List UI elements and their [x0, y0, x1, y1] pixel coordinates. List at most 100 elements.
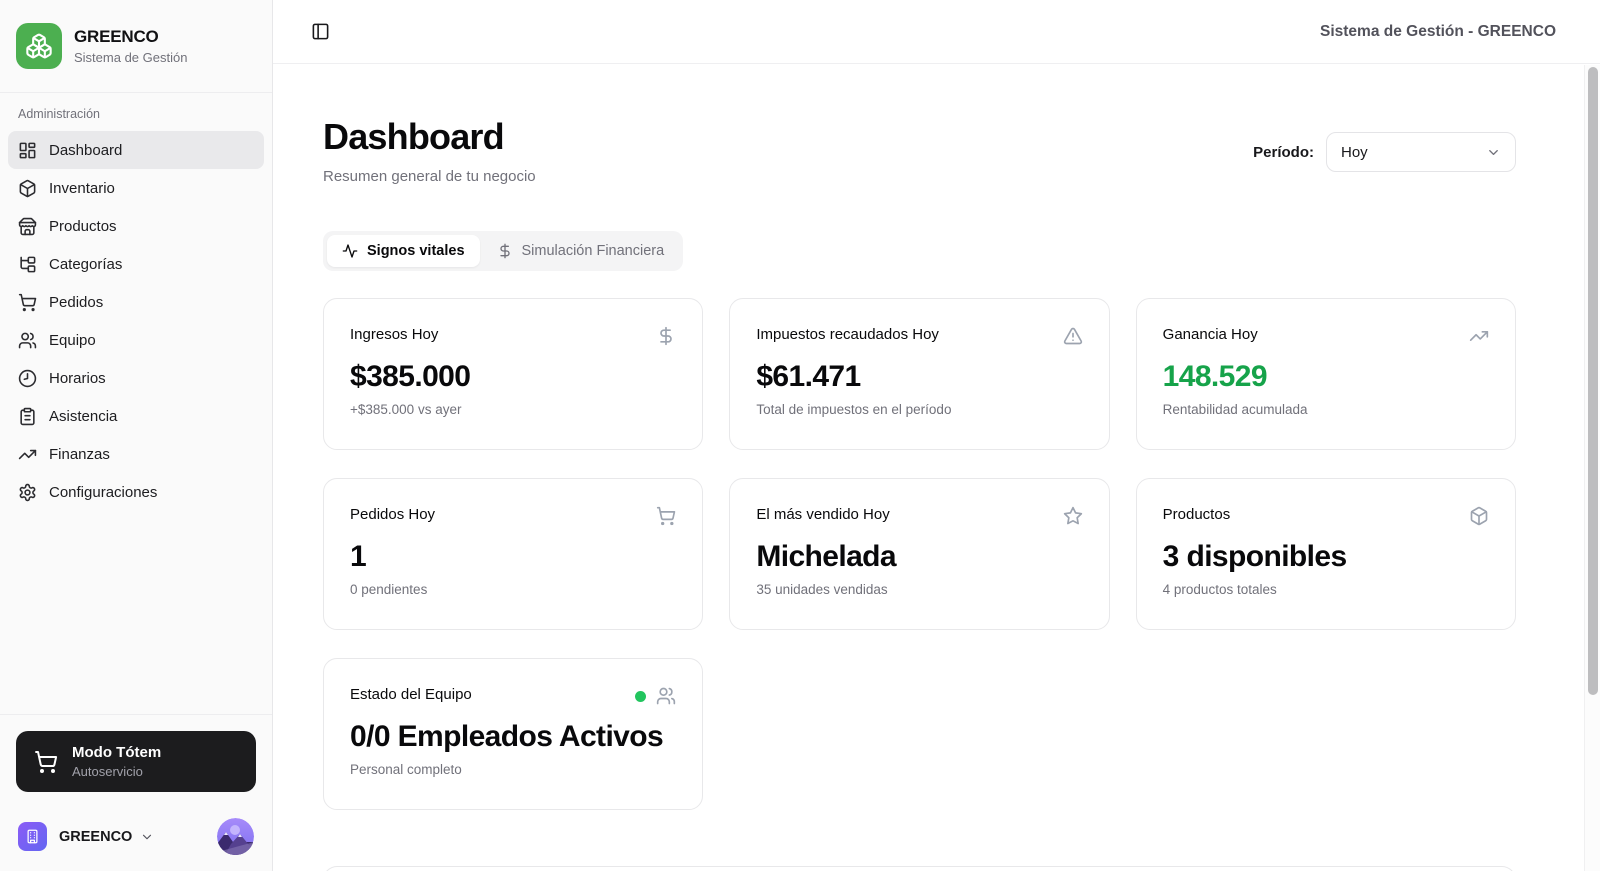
store-icon: [18, 217, 37, 236]
card-subtitle: Personal completo: [350, 762, 462, 777]
card-value: 1: [350, 540, 367, 573]
totem-title: Modo Tótem: [72, 744, 162, 761]
topbar: Sistema de Gestión - GREENCO: [273, 0, 1600, 64]
star-icon: [1063, 506, 1083, 526]
scrollbar-track[interactable]: [1584, 65, 1600, 871]
card-value: 3 disponibles: [1162, 540, 1348, 573]
brand-logo: [16, 23, 62, 69]
brand: GREENCO Sistema de Gestión: [0, 0, 272, 93]
period-select[interactable]: Hoy: [1326, 132, 1516, 172]
shopping-cart-icon: [18, 293, 37, 312]
sidebar-item-label: Configuraciones: [49, 483, 158, 501]
sidebar-item-categorias[interactable]: Categorías: [8, 245, 264, 283]
dollar-icon: [656, 326, 676, 346]
tab-signos-vitales[interactable]: Signos vitales: [327, 235, 480, 267]
sidebar-item-label: Pedidos: [49, 293, 104, 311]
trending-up-icon: [18, 445, 37, 464]
sidebar-item-label: Finanzas: [49, 445, 110, 463]
card-value: $385.000: [350, 360, 471, 393]
status-dot: [635, 690, 647, 702]
brand-name: GREENCO: [74, 27, 159, 46]
card-subtitle: Rentabilidad acumulada: [1162, 402, 1308, 417]
workspace-badge[interactable]: [18, 822, 47, 851]
dashboard-icon: [18, 141, 37, 160]
totem-mode-button[interactable]: Modo Tótem Autoservicio: [16, 731, 256, 792]
period-selector: Período: Hoy: [1253, 132, 1516, 172]
sidebar-item-dashboard[interactable]: Dashboard: [8, 131, 264, 169]
card-title: Impuestos recaudados Hoy: [756, 326, 939, 343]
sidebar-item-label: Inventario: [49, 179, 115, 197]
workspace-row: GREENCO: [16, 818, 256, 855]
category-tree-icon: [18, 255, 37, 274]
clock-icon: [18, 369, 37, 388]
card-subtitle: 0 pendientes: [350, 582, 428, 597]
sidebar-nav: Administración Dashboard Inventario Prod…: [0, 93, 272, 714]
sidebar: GREENCO Sistema de Gestión Administració…: [0, 0, 273, 871]
period-value: Hoy: [1341, 143, 1368, 161]
sidebar-item-finanzas[interactable]: Finanzas: [8, 435, 264, 473]
card-subtitle: 4 productos totales: [1162, 582, 1277, 597]
boxes-icon: [25, 32, 53, 60]
card-title: Ganancia Hoy: [1162, 326, 1258, 343]
sidebar-item-label: Productos: [49, 217, 117, 235]
card-impuestos: Impuestos recaudados Hoy $61.471 Total d…: [729, 298, 1110, 450]
sidebar-toggle-button[interactable]: [307, 18, 334, 45]
avatar[interactable]: [217, 818, 254, 855]
brand-text: GREENCO Sistema de Gestión: [74, 27, 187, 65]
workspace-name[interactable]: GREENCO: [59, 829, 132, 845]
card-value: 148.529: [1162, 360, 1268, 393]
card-subtitle: +$385.000 vs ayer: [350, 402, 462, 417]
stat-cards-grid: Ingresos Hoy $385.000 +$385.000 vs ayer …: [323, 298, 1516, 810]
card-productos: Productos 3 disponibles 4 productos tota…: [1135, 478, 1516, 630]
users-icon: [656, 686, 676, 706]
card-pedidos: Pedidos Hoy 1 0 pendientes: [323, 478, 704, 630]
users-icon: [18, 331, 37, 350]
card-mas-vendido: El más vendido Hoy Michelada 35 unidades…: [729, 478, 1110, 630]
card-value: $61.471: [756, 360, 861, 393]
topbar-title: Sistema de Gestión - GREENCO: [1320, 22, 1556, 40]
package-icon: [18, 179, 37, 198]
trending-up-icon: [1469, 326, 1489, 346]
sidebar-item-asistencia[interactable]: Asistencia: [8, 397, 264, 435]
panel-left-icon: [311, 22, 330, 41]
sidebar-item-inventario[interactable]: Inventario: [8, 169, 264, 207]
cart-icon: [34, 750, 58, 774]
card-value: 0/0 Empleados Activos: [350, 720, 664, 753]
alert-triangle-icon: [1063, 326, 1083, 346]
card-title: Estado del Equipo: [350, 686, 472, 703]
card-ganancia: Ganancia Hoy 148.529 Rentabilidad acumul…: [1135, 298, 1516, 450]
page-header: Dashboard Resumen general de tu negocio …: [323, 116, 1516, 185]
sidebar-item-configuraciones[interactable]: Configuraciones: [8, 473, 264, 511]
brand-subtitle: Sistema de Gestión: [74, 50, 188, 65]
card-title: Ingresos Hoy: [350, 326, 439, 343]
sidebar-item-label: Dashboard: [49, 141, 123, 159]
sidebar-item-equipo[interactable]: Equipo: [8, 321, 264, 359]
sidebar-item-label: Equipo: [49, 331, 96, 349]
shopping-cart-icon: [656, 506, 676, 526]
scrollbar-thumb[interactable]: [1588, 67, 1598, 695]
card-subtitle: Total de impuestos en el período: [756, 402, 952, 417]
tab-label: Signos vitales: [367, 243, 465, 259]
page-subtitle: Resumen general de tu negocio: [323, 168, 536, 185]
sidebar-item-label: Categorías: [49, 255, 123, 273]
next-section-card-partial: [323, 866, 1516, 871]
dollar-icon: [497, 243, 513, 259]
tab-simulacion-financiera[interactable]: Simulación Financiera: [482, 235, 680, 267]
sidebar-item-pedidos[interactable]: Pedidos: [8, 283, 264, 321]
page-title-block: Dashboard Resumen general de tu negocio: [323, 116, 536, 185]
sidebar-footer: Modo Tótem Autoservicio GREENCO: [0, 714, 272, 871]
dashboard-content: Dashboard Resumen general de tu negocio …: [273, 64, 1600, 871]
period-label: Período:: [1253, 143, 1314, 161]
card-ingresos: Ingresos Hoy $385.000 +$385.000 vs ayer: [323, 298, 704, 450]
chevron-down-icon[interactable]: [140, 830, 154, 844]
card-value: Michelada: [756, 540, 896, 573]
sidebar-item-productos[interactable]: Productos: [8, 207, 264, 245]
sidebar-item-label: Horarios: [49, 369, 106, 387]
sidebar-item-horarios[interactable]: Horarios: [8, 359, 264, 397]
building-icon: [25, 829, 40, 844]
totem-subtitle: Autoservicio: [72, 764, 143, 779]
view-tabs: Signos vitales Simulación Financiera: [323, 231, 684, 271]
card-title: Productos: [1162, 506, 1231, 523]
tab-label: Simulación Financiera: [521, 243, 665, 259]
sidebar-item-label: Asistencia: [49, 407, 118, 425]
